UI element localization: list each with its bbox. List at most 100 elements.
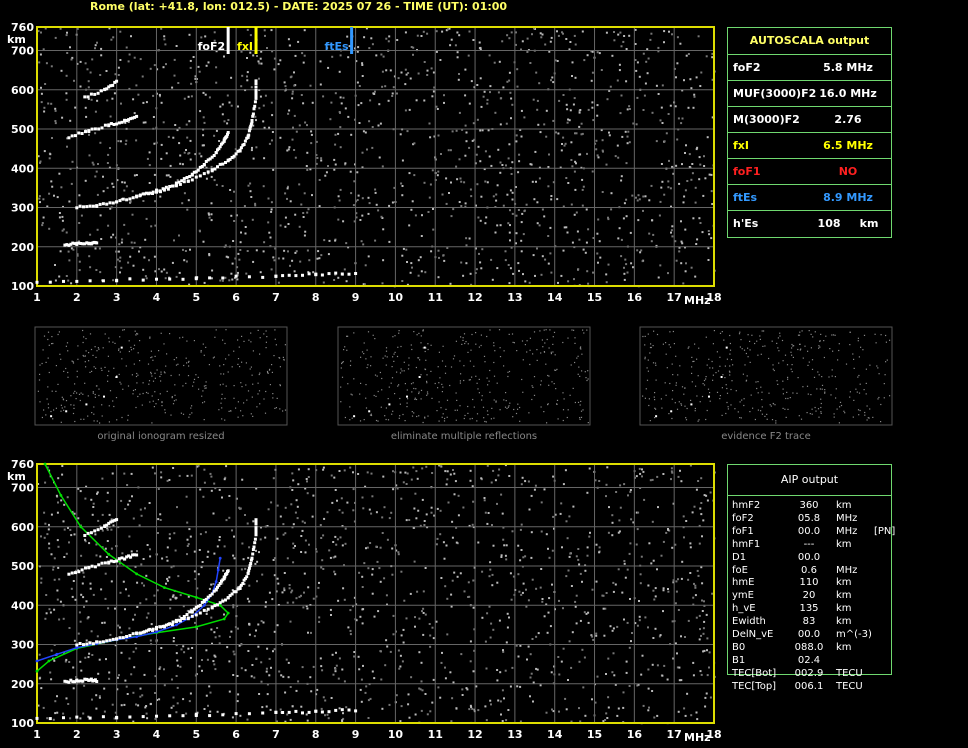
trace-point <box>188 175 192 178</box>
noise-dot <box>380 650 382 653</box>
noise-dot <box>136 550 138 553</box>
noise-dot <box>657 276 660 279</box>
noise-dot <box>271 139 273 142</box>
noise-dot <box>89 587 92 590</box>
noise-dot <box>712 367 714 369</box>
noise-dot <box>576 230 579 233</box>
noise-dot <box>402 481 405 484</box>
noise-dot <box>426 74 429 76</box>
noise-dot <box>45 62 48 65</box>
noise-dot <box>126 484 129 486</box>
noise-dot <box>195 374 197 376</box>
noise-dot <box>66 52 69 54</box>
trace-point <box>118 199 122 203</box>
noise-dot <box>127 503 130 506</box>
noise-dot <box>471 523 474 526</box>
trace-point <box>254 520 258 524</box>
noise-dot <box>142 268 145 271</box>
noise-dot <box>467 54 470 57</box>
trace-point <box>151 628 154 632</box>
aip-row-extra <box>874 668 902 681</box>
noise-dot <box>343 680 346 683</box>
noise-dot <box>597 156 600 159</box>
trace-point <box>247 566 251 570</box>
noise-dot <box>277 63 280 66</box>
noise-dot <box>163 343 165 345</box>
noise-dot <box>423 524 426 526</box>
noise-dot <box>171 261 174 264</box>
noise-dot <box>665 132 668 135</box>
noise-dot <box>628 685 631 687</box>
trace-point <box>93 127 97 131</box>
noise-dot <box>284 506 287 509</box>
noise-dot <box>463 590 466 593</box>
trace-point <box>182 180 186 184</box>
noise-dot <box>507 709 510 711</box>
noise-dot <box>296 517 299 520</box>
trace-point <box>139 631 142 635</box>
trace-point <box>170 623 174 627</box>
noise-dot <box>301 666 304 669</box>
noise-dot <box>237 363 239 365</box>
noise-dot <box>705 418 707 421</box>
noise-dot <box>878 396 880 399</box>
trace-point <box>301 711 304 715</box>
noise-dot <box>154 372 156 374</box>
noise-dot <box>401 185 404 187</box>
noise-dot <box>699 401 701 403</box>
noise-dot <box>334 92 337 95</box>
noise-dot <box>477 388 479 390</box>
noise-dot <box>425 513 428 516</box>
noise-dot <box>69 119 72 122</box>
noise-dot <box>263 29 266 32</box>
noise-dot <box>91 412 93 414</box>
noise-dot <box>683 195 686 198</box>
noise-dot <box>699 507 702 510</box>
noise-dot <box>575 211 578 214</box>
noise-dot <box>620 45 623 48</box>
noise-dot <box>662 587 665 590</box>
noise-dot <box>208 587 211 590</box>
noise-dot <box>291 259 294 262</box>
noise-dot <box>95 170 98 173</box>
noise-dot <box>659 264 662 267</box>
noise-dot <box>510 173 513 175</box>
noise-dot <box>121 416 123 419</box>
noise-dot <box>153 255 156 258</box>
noise-dot <box>566 108 569 111</box>
noise-dot <box>104 597 107 600</box>
noise-dot <box>679 365 681 367</box>
noise-dot <box>282 533 285 536</box>
noise-dot <box>194 621 196 624</box>
noise-dot <box>294 54 297 57</box>
noise-dot <box>381 532 384 534</box>
aip-row-value: --- <box>803 538 815 550</box>
noise-dot <box>125 588 127 591</box>
noise-dot <box>300 535 303 537</box>
noise-dot <box>189 158 192 161</box>
noise-dot <box>602 607 605 610</box>
noise-dot <box>410 208 413 211</box>
noise-dot <box>690 399 692 401</box>
noise-dot <box>228 690 231 693</box>
noise-dot <box>75 398 77 400</box>
noise-dot <box>709 392 711 394</box>
noise-dot <box>626 568 629 571</box>
noise-dot <box>726 358 728 360</box>
noise-dot <box>418 332 420 334</box>
noise-dot <box>306 480 308 483</box>
noise-dot <box>224 419 226 421</box>
noise-dot <box>536 349 538 351</box>
noise-dot <box>802 357 804 359</box>
noise-dot <box>464 124 467 127</box>
noise-dot <box>159 195 162 198</box>
noise-dot <box>701 395 704 398</box>
noise-dot <box>232 554 235 557</box>
noise-dot <box>584 714 587 717</box>
noise-dot <box>798 415 800 417</box>
noise-dot <box>571 61 574 64</box>
noise-dot <box>212 357 214 359</box>
noise-dot <box>582 185 585 188</box>
noise-dot <box>404 471 407 474</box>
noise-dot <box>320 566 323 569</box>
